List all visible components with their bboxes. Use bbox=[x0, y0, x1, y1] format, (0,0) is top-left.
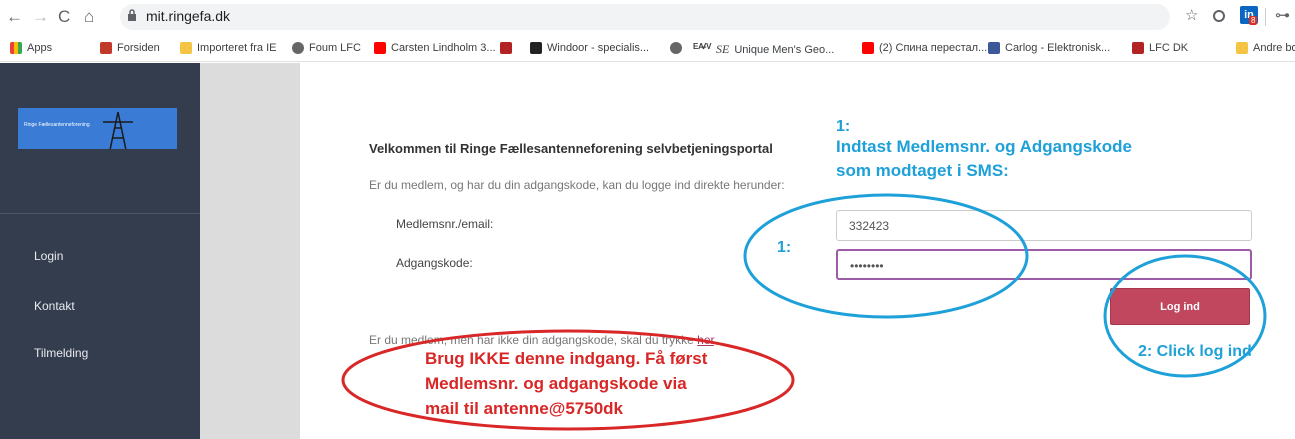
site-icon bbox=[100, 42, 112, 54]
sidebar-item-login[interactable]: Login bbox=[34, 249, 63, 263]
step2-label: 2: Click log ind bbox=[1138, 343, 1252, 360]
bookmark-forsiden[interactable]: Forsiden bbox=[100, 42, 160, 54]
folder-icon bbox=[1236, 42, 1248, 54]
no-password-text: Er du medlem, men har ikke din adgangsko… bbox=[369, 333, 718, 347]
intro-text: Er du medlem, og har du din adgangskode,… bbox=[369, 178, 785, 192]
globe-icon bbox=[292, 42, 304, 54]
site-icon bbox=[530, 42, 542, 54]
bookmark-globe[interactable] bbox=[670, 42, 687, 54]
back-icon[interactable]: ← bbox=[6, 8, 23, 26]
toolbar-divider bbox=[1265, 8, 1266, 26]
address-bar[interactable] bbox=[120, 4, 1170, 30]
bookmark-windoor[interactable]: Windoor - specialis... bbox=[530, 42, 649, 54]
eav-icon: EꜺV bbox=[693, 42, 712, 51]
bookmark-unique[interactable]: SE Unique Men's Geo... bbox=[716, 42, 834, 57]
reload-icon[interactable]: C bbox=[58, 8, 70, 26]
login-button[interactable]: Log ind bbox=[1110, 288, 1250, 325]
extension-circle-icon[interactable] bbox=[1213, 10, 1225, 22]
step1-line2: som modtaget i SMS: bbox=[836, 161, 1009, 180]
no-password-link[interactable]: her bbox=[697, 333, 714, 347]
content-gutter bbox=[200, 63, 300, 439]
bookmarks-bar: Apps Forsiden Importeret fra IE Foum LFC… bbox=[0, 36, 1295, 62]
warning-line1: Brug IKKE denne indgang. Få først bbox=[425, 349, 708, 368]
site-logo[interactable]: Ringe Fællesantenneforening bbox=[18, 108, 177, 149]
youtube-icon bbox=[862, 42, 874, 54]
bookmark-lfc-dk[interactable]: LFC DK bbox=[1132, 42, 1188, 54]
globe-icon bbox=[670, 42, 682, 54]
password-label: Adgangskode: bbox=[396, 256, 473, 270]
lock-icon bbox=[128, 9, 136, 21]
sidebar: Ringe Fællesantenneforening Login Kontak… bbox=[0, 63, 200, 439]
bookmark-andre[interactable]: Andre bo bbox=[1236, 42, 1295, 54]
warning-line3: mail til antenne@5750dk bbox=[425, 399, 623, 418]
bookmark-spina[interactable]: (2) Спина перестал... bbox=[862, 42, 987, 54]
step1-title: 1: bbox=[836, 118, 851, 135]
logo-text: Ringe Fællesantenneforening bbox=[24, 122, 90, 128]
crest-icon bbox=[1132, 42, 1144, 54]
bookmark-carlog[interactable]: Carlog - Elektronisk... bbox=[988, 42, 1110, 54]
bookmark-foum-lfc[interactable]: Foum LFC bbox=[292, 42, 361, 54]
bookmark-crest[interactable] bbox=[500, 42, 517, 54]
key-icon[interactable]: ⊶ bbox=[1275, 7, 1290, 25]
star-icon[interactable]: ☆ bbox=[1185, 7, 1198, 25]
url-text[interactable]: mit.ringefa.dk bbox=[146, 8, 230, 24]
crest-icon bbox=[500, 42, 512, 54]
warning-line2: Medlemsnr. og adgangskode via bbox=[425, 374, 687, 393]
home-icon[interactable]: ⌂ bbox=[84, 8, 94, 26]
forward-icon[interactable]: → bbox=[32, 8, 49, 26]
member-input[interactable]: 332423 bbox=[836, 210, 1252, 241]
bookmark-apps[interactable]: Apps bbox=[10, 42, 52, 54]
youtube-icon bbox=[374, 42, 386, 54]
step1-line1: Indtast Medlemsnr. og Adgangskode bbox=[836, 137, 1132, 156]
bookmark-carsten[interactable]: Carsten Lindholm 3... bbox=[374, 42, 496, 54]
sidebar-item-kontakt[interactable]: Kontakt bbox=[34, 299, 75, 313]
se-icon: SE bbox=[716, 42, 730, 56]
member-label: Medlemsnr./email: bbox=[396, 217, 494, 231]
page-title: Velkommen til Ringe Fællesantenneforenin… bbox=[369, 141, 773, 156]
antenna-mast-icon bbox=[103, 111, 133, 149]
browser-toolbar: ← → C ⌂ mit.ringefa.dk ☆ in 8 ⊶ bbox=[0, 0, 1295, 34]
apps-icon bbox=[10, 42, 22, 54]
sidebar-divider bbox=[0, 213, 200, 214]
step1-marker: 1: bbox=[777, 239, 792, 256]
bookmark-importeret[interactable]: Importeret fra IE bbox=[180, 42, 276, 54]
password-input[interactable]: •••••••• bbox=[836, 249, 1252, 280]
folder-icon bbox=[180, 42, 192, 54]
notification-badge: 8 bbox=[1249, 16, 1258, 25]
sidebar-item-tilmelding[interactable]: Tilmelding bbox=[34, 346, 88, 360]
site-icon bbox=[988, 42, 1000, 54]
